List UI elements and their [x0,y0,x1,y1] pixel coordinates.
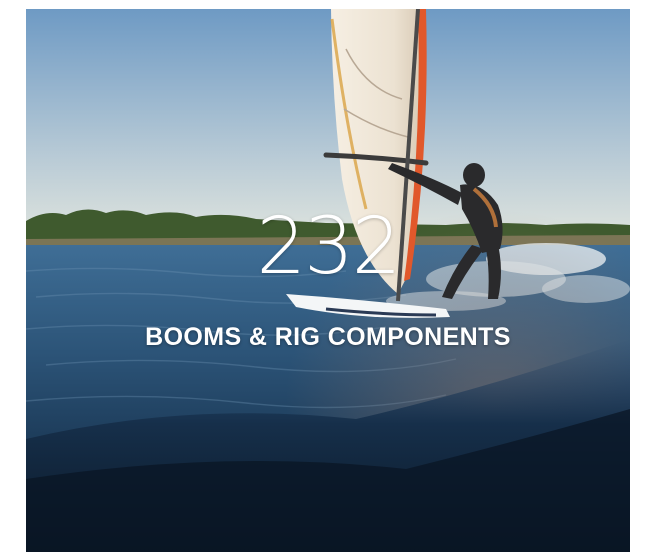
item-count: 232 [256,202,402,292]
category-tile[interactable]: 232 BOOMS & RIG COMPONENTS [26,9,630,552]
category-title[interactable]: BOOMS & RIG COMPONENTS [26,322,630,352]
